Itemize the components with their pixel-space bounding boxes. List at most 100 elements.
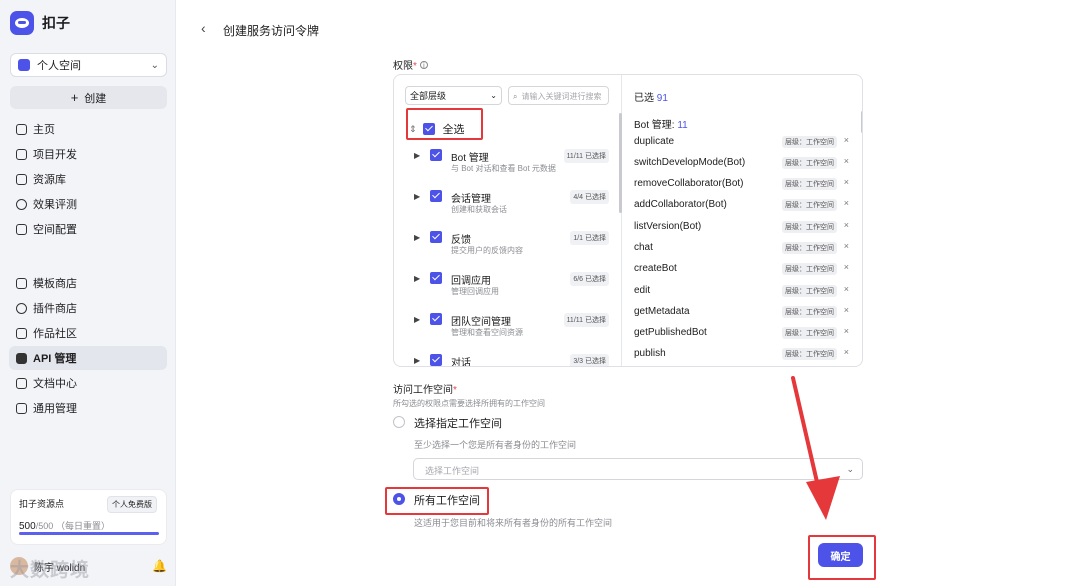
group-checkbox[interactable]	[430, 149, 442, 161]
plus-icon: +	[70, 90, 79, 105]
resource-progress-bar	[19, 532, 159, 535]
resource-value-row: 500/500 （每日重置）	[19, 519, 158, 532]
group-name: 回调应用	[451, 276, 491, 287]
close-icon[interactable]: ×	[844, 305, 849, 315]
nav-template-store[interactable]: 模板商店	[9, 271, 167, 295]
permission-group[interactable]: ▶ 会话管理 创建和获取会话 4/4 已选择	[414, 189, 609, 223]
group-checkbox[interactable]	[430, 272, 442, 284]
space-selector[interactable]: 个人空间 ⌄	[10, 53, 167, 77]
nav-space-config[interactable]: 空间配置	[9, 217, 167, 241]
level-badge: 层级：工作空间	[782, 178, 837, 190]
library-icon	[16, 173, 27, 185]
workspace-label: 访问工作空间*	[393, 381, 457, 396]
expand-icon[interactable]: ▶	[414, 274, 420, 283]
permission-group[interactable]: ▶ Bot 管理 与 Bot 对话和查看 Bot 元数据 11/11 已选择	[414, 148, 609, 182]
permissions-label-text: 权限	[393, 61, 413, 72]
sort-icon[interactable]: ⇕	[409, 124, 417, 135]
back-icon[interactable]: ‹	[201, 20, 206, 36]
resource-note: （每日重置）	[56, 521, 111, 531]
nav-api-management[interactable]: API 管理	[9, 346, 167, 370]
nav-home[interactable]: 主页	[9, 117, 167, 141]
user-row[interactable]: 陈宇 wolidn 🔔	[10, 556, 167, 576]
permission-search-input[interactable]: ⌕ 请输入关键词进行搜索	[508, 86, 609, 105]
close-icon[interactable]: ×	[844, 198, 849, 208]
confirm-button[interactable]: 确定	[818, 543, 863, 567]
close-icon[interactable]: ×	[844, 262, 849, 272]
item-name: createBot	[634, 263, 677, 274]
close-icon[interactable]: ×	[844, 284, 849, 294]
close-icon[interactable]: ×	[844, 220, 849, 230]
resource-total: /500	[35, 521, 54, 531]
bell-icon[interactable]: 🔔	[152, 559, 167, 573]
expand-icon[interactable]: ▶	[414, 192, 420, 201]
workspace-label-text: 访问工作空间	[393, 385, 453, 396]
nav-evaluation[interactable]: 效果评测	[9, 192, 167, 216]
selected-item: chat 层级：工作空间 ×	[634, 240, 849, 256]
expand-icon[interactable]: ▶	[414, 315, 420, 324]
select-all-label: 全选	[442, 124, 465, 136]
select-all-checkbox[interactable]	[422, 123, 435, 135]
option-all-desc: 这适用于您目前和将来所有者身份的所有工作空间	[414, 518, 613, 528]
selected-item: switchDevelopMode(Bot) 层级：工作空间 ×	[634, 155, 849, 171]
docs-icon	[16, 377, 27, 389]
level-badge: 层级：工作空间	[782, 242, 837, 254]
resource-card[interactable]: 扣子资源点 个人免费版 500/500 （每日重置）	[10, 489, 167, 545]
brand-name: 扣子	[42, 15, 70, 31]
brand-row[interactable]: 扣子	[10, 11, 70, 35]
selected-item: duplicate 层级：工作空间 ×	[634, 134, 849, 150]
select-all-row[interactable]: ⇕ 全选	[409, 121, 465, 137]
close-icon[interactable]: ×	[844, 241, 849, 251]
resource-value: 500	[19, 521, 36, 532]
scrollbar[interactable]	[619, 113, 622, 213]
close-icon[interactable]: ×	[844, 135, 849, 145]
group-checkbox[interactable]	[430, 190, 442, 202]
nav-projects[interactable]: 项目开发	[9, 142, 167, 166]
group-checkbox[interactable]	[430, 354, 442, 366]
item-name: removeCollaborator(Bot)	[634, 178, 744, 189]
page-title: 创建服务访问令牌	[223, 24, 320, 38]
group-count-badge: 11/11 已选择	[563, 149, 609, 163]
level-select[interactable]: 全部层级 ⌄	[405, 86, 502, 105]
nav-plugin-store[interactable]: 插件商店	[9, 296, 167, 320]
template-icon	[16, 277, 27, 289]
group-desc: 提交用户的反馈内容	[451, 246, 523, 255]
level-badge: 层级：工作空间	[782, 136, 837, 148]
nav-library[interactable]: 资源库	[9, 167, 167, 191]
radio-specific-workspace[interactable]	[393, 416, 405, 428]
selected-item: getPublishedBot 层级：工作空间 ×	[634, 325, 849, 341]
close-icon[interactable]: ×	[844, 177, 849, 187]
close-icon[interactable]: ×	[844, 347, 849, 357]
permission-group[interactable]: ▶ 反馈 提交用户的反馈内容 1/1 已选择	[414, 230, 609, 264]
expand-icon[interactable]: ▶	[414, 233, 420, 242]
close-icon[interactable]: ×	[844, 156, 849, 166]
nav-label: 效果评测	[33, 199, 77, 211]
nav-general-management[interactable]: 通用管理	[9, 396, 167, 420]
create-button[interactable]: + 创建	[10, 86, 167, 109]
group-checkbox[interactable]	[430, 231, 442, 243]
option-specific-label[interactable]: 选择指定工作空间	[414, 415, 502, 431]
nav-community[interactable]: 作品社区	[9, 321, 167, 345]
group-count-badge: 4/4 已选择	[570, 190, 609, 204]
permission-group[interactable]: ▶ 对话 3/3 已选择	[414, 353, 609, 366]
close-icon[interactable]: ×	[844, 326, 849, 336]
radio-all-workspaces[interactable]	[393, 493, 405, 505]
project-icon	[16, 148, 27, 160]
permission-group[interactable]: ▶ 团队空间管理 管理和查看空间资源 11/11 已选择	[414, 312, 609, 346]
level-badge: 层级：工作空间	[782, 263, 837, 275]
workspace-select[interactable]: 选择工作空间 ⌄	[413, 458, 863, 480]
info-icon[interactable]: i	[419, 61, 428, 70]
permissions-tree: 全部层级 ⌄ ⌕ 请输入关键词进行搜索 ⇕ 全选 ▶ Bot 管理 与 Bot 对…	[394, 75, 622, 366]
coze-logo-icon	[10, 11, 34, 35]
expand-icon[interactable]: ▶	[414, 151, 420, 160]
selected-label: 已选	[634, 93, 654, 104]
item-name: listVersion(Bot)	[634, 221, 702, 232]
scrollbar[interactable]	[861, 111, 862, 133]
group-name: Bot 管理	[451, 153, 489, 164]
expand-icon[interactable]: ▶	[414, 356, 420, 365]
permission-group[interactable]: ▶ 回调应用 管理回调应用 6/6 已选择	[414, 271, 609, 305]
group-name: 会话管理	[451, 194, 491, 205]
option-all-label[interactable]: 所有工作空间	[414, 492, 480, 508]
nav-docs[interactable]: 文档中心	[9, 371, 167, 395]
required-mark: *	[413, 61, 417, 72]
group-checkbox[interactable]	[430, 313, 442, 325]
